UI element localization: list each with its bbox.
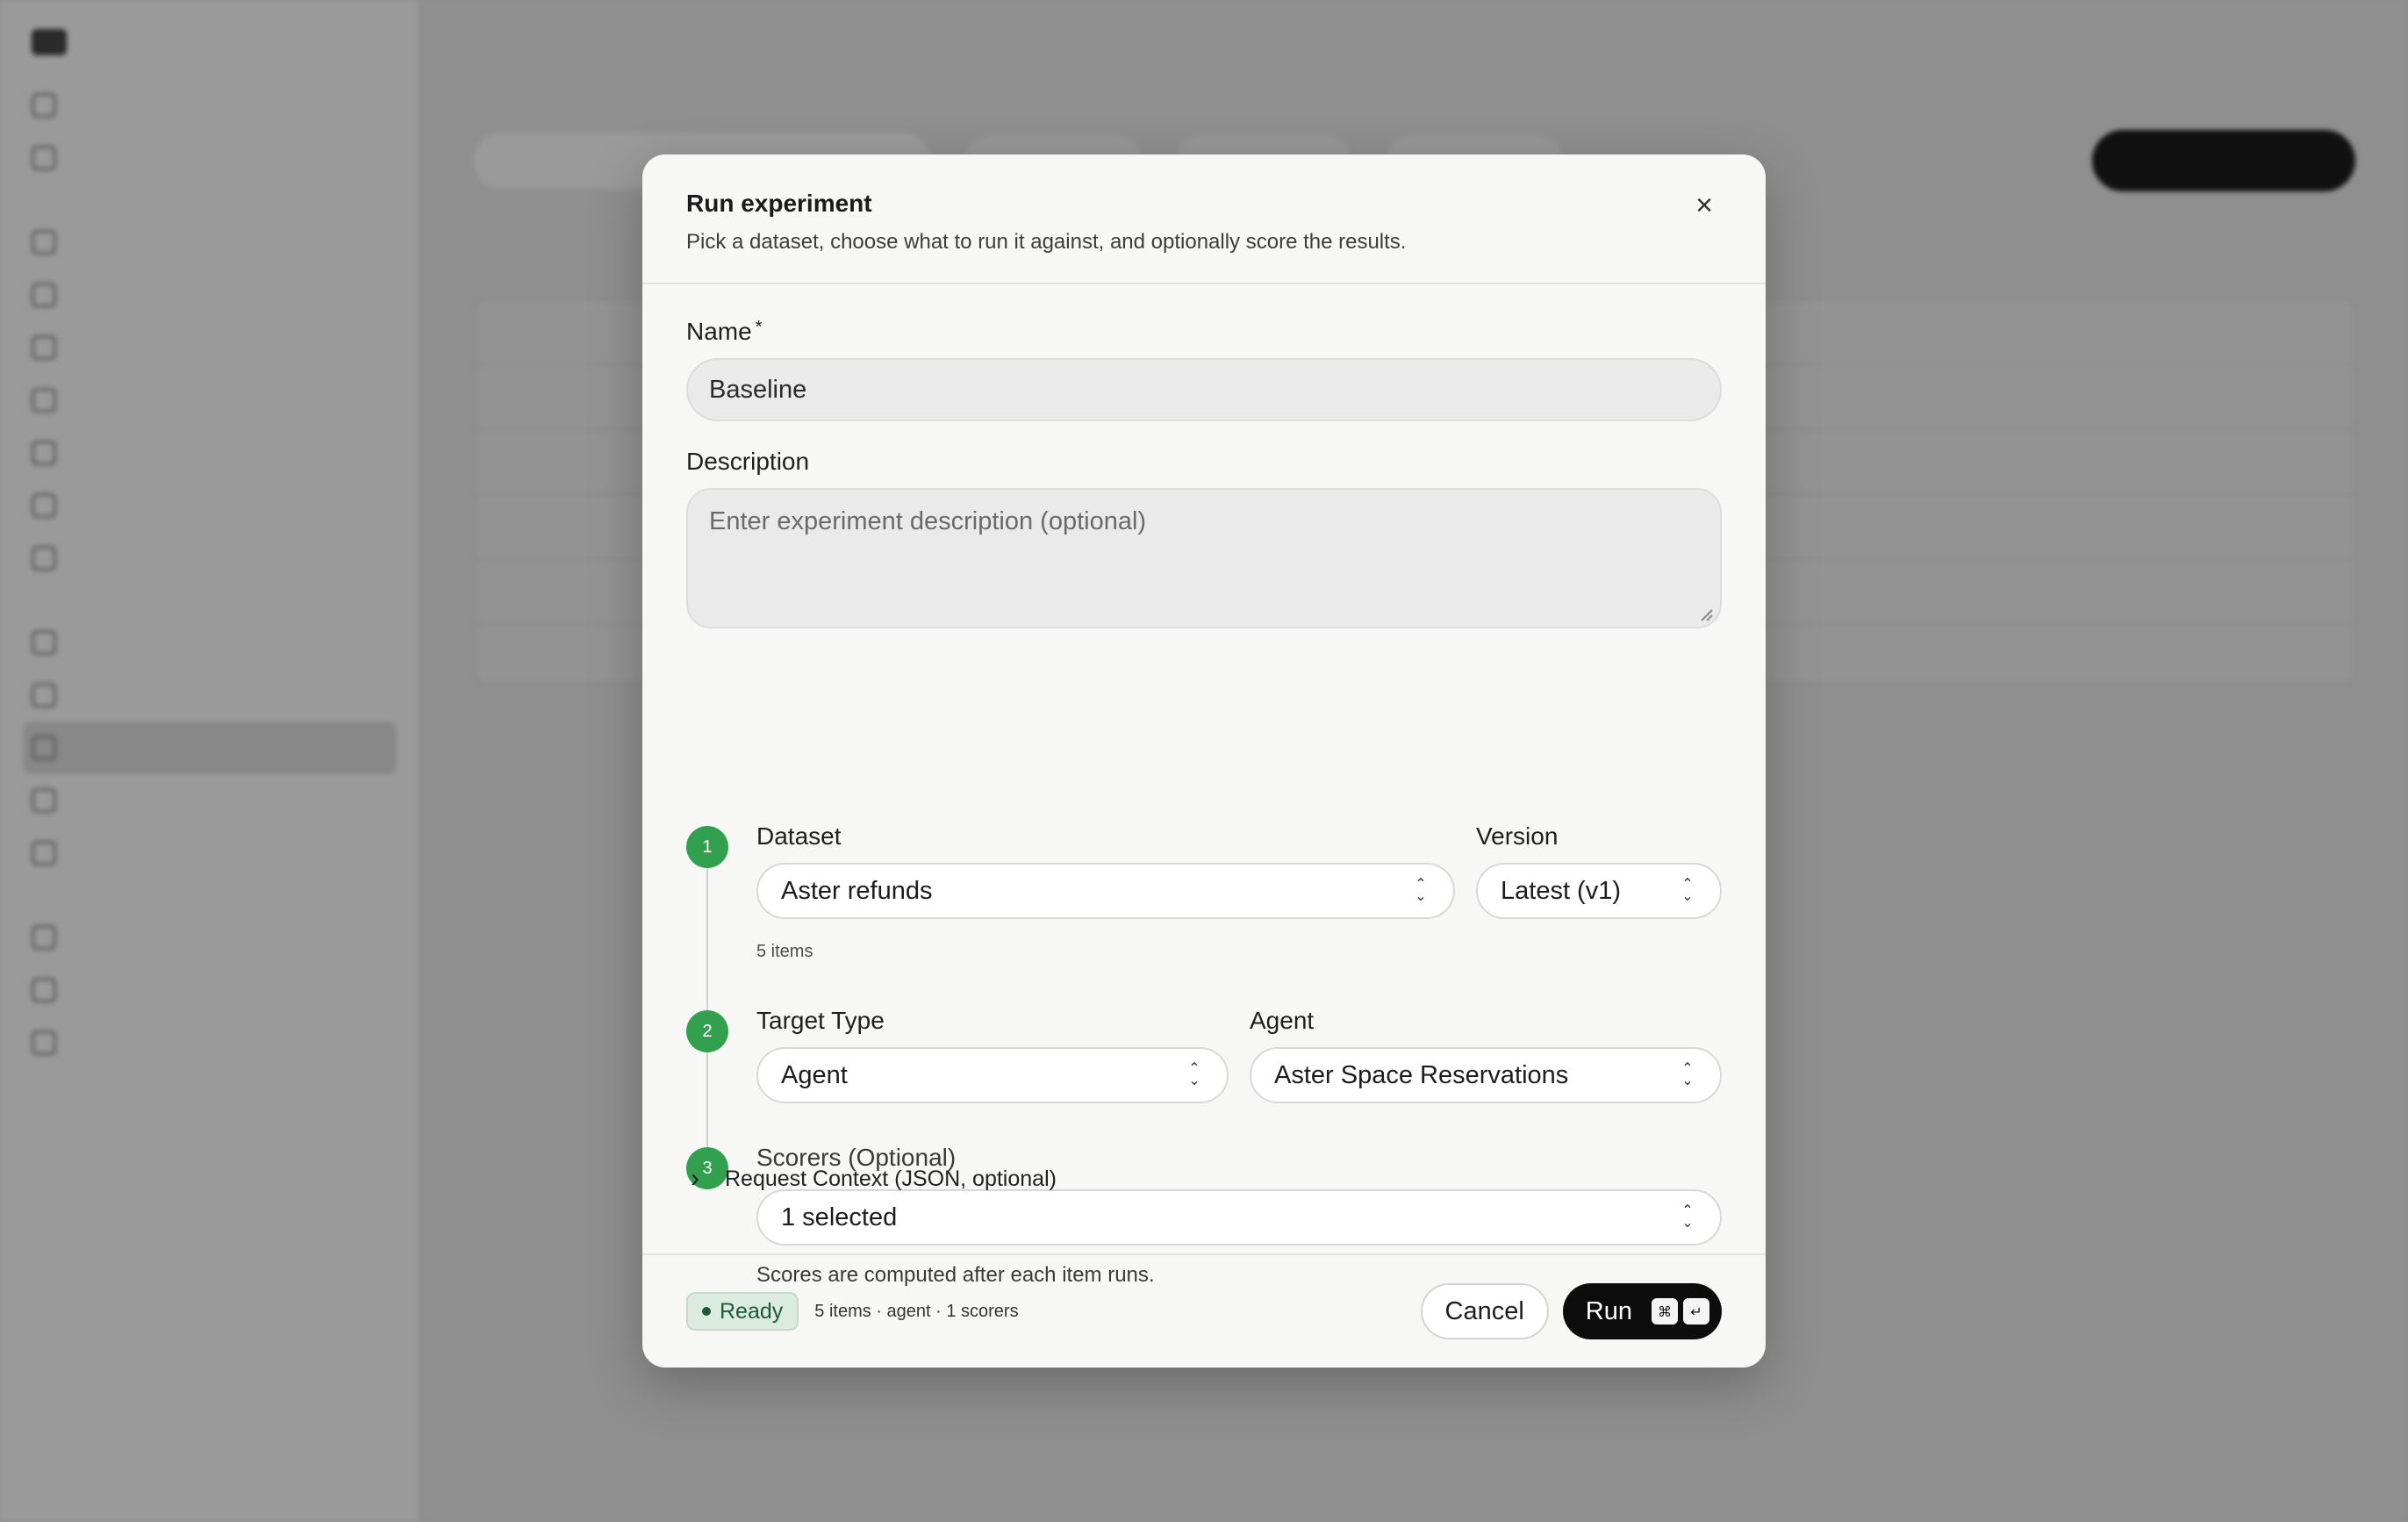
sidebar-item bbox=[32, 269, 388, 321]
dialog-footer: Ready 5 items · agent · 1 scorers Cancel… bbox=[642, 1253, 1766, 1368]
sidebar-item bbox=[32, 532, 388, 585]
request-context-label: Request Context (JSON, optional) bbox=[725, 1166, 1057, 1191]
sidebar bbox=[0, 0, 419, 1522]
step-dataset: 1 Dataset Aster refunds ⌃ ⌄ Version Lates… bbox=[686, 668, 1722, 1019]
status-dot-icon bbox=[702, 1307, 711, 1316]
sidebar-item bbox=[32, 774, 388, 827]
run-button-label: Run bbox=[1585, 1296, 1632, 1325]
cancel-button[interactable]: Cancel bbox=[1420, 1283, 1549, 1339]
server-icon bbox=[32, 388, 56, 413]
description-label: Description bbox=[686, 448, 810, 475]
sidebar-item bbox=[32, 669, 388, 722]
description-field-group: Description Enter experiment description… bbox=[686, 448, 1722, 628]
scorers-select[interactable]: 1 selected ⌃ ⌄ bbox=[756, 1189, 1722, 1246]
sidebar-item-active bbox=[23, 722, 397, 774]
sidebar-item bbox=[32, 321, 388, 374]
search-icon bbox=[32, 93, 56, 118]
sidebar-item bbox=[32, 374, 388, 427]
keyboard-shortcut: ⌘ ↵ bbox=[1652, 1298, 1709, 1325]
enter-key-icon: ↵ bbox=[1683, 1298, 1709, 1325]
dialog-subtitle: Pick a dataset, choose what to run it ag… bbox=[686, 230, 1407, 254]
topbar bbox=[421, 0, 2408, 98]
metrics-icon bbox=[32, 925, 56, 950]
command-key-icon: ⌘ bbox=[1652, 1298, 1678, 1325]
queue-icon bbox=[32, 841, 56, 865]
logs-icon bbox=[32, 1030, 56, 1055]
name-input-value: Baseline bbox=[709, 375, 807, 404]
sidebar-item bbox=[32, 79, 388, 132]
sidebar-item bbox=[32, 616, 388, 669]
resize-handle-icon[interactable] bbox=[1699, 607, 1713, 621]
run-button[interactable]: Run ⌘ ↵ bbox=[1562, 1283, 1722, 1339]
sidebar-item bbox=[32, 132, 388, 184]
version-label: Version bbox=[1476, 822, 1559, 850]
dataset-icon bbox=[32, 736, 56, 760]
dialog-title: Run experiment bbox=[686, 190, 872, 217]
brand-logo bbox=[32, 29, 67, 55]
sidebar-item bbox=[32, 911, 388, 964]
name-label: Name bbox=[686, 318, 752, 345]
overview-icon bbox=[32, 630, 56, 655]
scorer-icon bbox=[32, 683, 56, 707]
name-input[interactable]: Baseline bbox=[686, 358, 1722, 421]
sidebar-brand bbox=[32, 25, 388, 60]
run-summary: 5 items · agent · 1 scorers bbox=[814, 1301, 1019, 1321]
primary-action bbox=[2092, 130, 2355, 191]
folder-icon bbox=[32, 493, 56, 518]
scorers-select-value: 1 selected bbox=[781, 1203, 898, 1231]
chevron-up-down-icon: ⌃ ⌄ bbox=[1681, 1203, 1694, 1231]
request-context-toggle[interactable]: › Request Context (JSON, optional) bbox=[686, 1164, 1057, 1194]
step-scorers: 3 Scorers (Optional) 1 selected ⌃ ⌄ Score… bbox=[686, 989, 1722, 1287]
context-icon bbox=[32, 546, 56, 571]
description-placeholder: Enter experiment description (optional) bbox=[709, 507, 1147, 535]
run-experiment-dialog: Run experiment Pick a dataset, choose wh… bbox=[642, 154, 1766, 1368]
cancel-button-label: Cancel bbox=[1444, 1296, 1524, 1325]
inbox-icon bbox=[32, 146, 56, 170]
workflow-icon bbox=[32, 283, 56, 307]
chevron-right-icon: › bbox=[691, 1164, 699, 1193]
description-textarea[interactable]: Enter experiment description (optional) bbox=[686, 488, 1722, 628]
sidebar-item bbox=[32, 1016, 388, 1069]
close-icon: × bbox=[1695, 189, 1713, 222]
dataset-label: Dataset bbox=[756, 822, 842, 850]
sidebar-item bbox=[32, 827, 388, 879]
traces-icon bbox=[32, 978, 56, 1002]
status-badge: Ready bbox=[686, 1292, 799, 1331]
experiment-icon bbox=[32, 788, 56, 813]
processor-icon bbox=[32, 335, 56, 360]
sidebar-item bbox=[32, 216, 388, 269]
sidebar-item bbox=[32, 964, 388, 1016]
sidebar-item bbox=[32, 479, 388, 532]
close-button[interactable]: × bbox=[1688, 190, 1720, 221]
status-text: Ready bbox=[720, 1298, 784, 1324]
sidebar-item bbox=[32, 427, 388, 479]
agent-icon bbox=[32, 230, 56, 255]
name-field-group: Name * Baseline bbox=[686, 318, 1722, 421]
dialog-header: Run experiment Pick a dataset, choose wh… bbox=[642, 154, 1766, 284]
required-marker: * bbox=[755, 318, 763, 337]
tool-icon bbox=[32, 441, 56, 465]
